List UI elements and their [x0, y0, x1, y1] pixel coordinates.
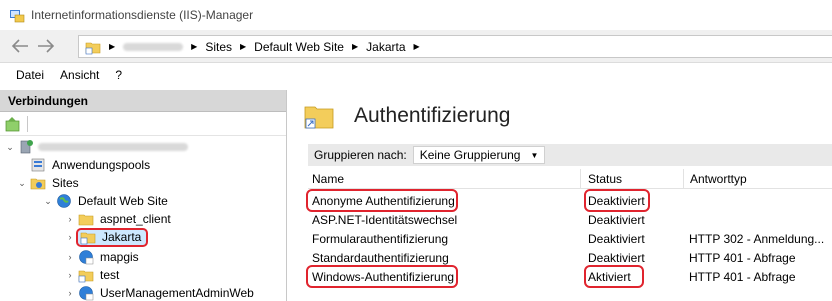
annotation-highlight-windows — [306, 265, 458, 288]
connections-panel: Verbindungen ⌄ Anwendungspools ⌄ Sites ⌄… — [0, 90, 287, 301]
web-app-icon — [79, 250, 94, 265]
menu-ansicht[interactable]: Ansicht — [52, 68, 107, 82]
cell-response-type: HTTP 302 - Anmeldung... — [689, 231, 825, 246]
folder-shortcut-icon — [304, 106, 334, 129]
chevron-right-icon[interactable]: › — [64, 232, 76, 242]
cell-response-type: HTTP 401 - Abfrage — [689, 269, 796, 284]
cell-status: Deaktiviert — [588, 212, 645, 227]
breadcrumb-root[interactable]: ▶ — [109, 42, 184, 51]
redacted-server-name — [38, 143, 188, 151]
chevron-right-icon: ▶ — [109, 42, 116, 51]
app-pool-icon — [31, 158, 45, 172]
table-row[interactable]: Formularauthentifizierung Deaktiviert HT… — [308, 229, 832, 248]
arrow-right-icon — [38, 39, 55, 53]
breadcrumb-label: Sites — [205, 39, 232, 54]
redacted-server-name — [123, 42, 184, 51]
connections-toolbar — [0, 112, 286, 136]
address-bar[interactable]: ▶ ▶ Sites ▶ Default Web Site ▶ Jakarta ▶ — [78, 35, 832, 58]
content-header: Authentifizierung — [290, 90, 832, 142]
column-header-response-type[interactable]: Antworttyp — [686, 169, 832, 189]
column-header-name[interactable]: Name — [308, 169, 581, 189]
tree-node-default-web-site[interactable]: ⌄ Default Web Site — [42, 192, 170, 210]
breadcrumb-jakarta[interactable]: ▶ Jakarta — [352, 40, 406, 54]
menu-datei[interactable]: Datei — [8, 68, 52, 82]
tree-label: mapgis — [100, 250, 139, 264]
navigation-bar: ▶ ▶ Sites ▶ Default Web Site ▶ Jakarta ▶ — [0, 30, 832, 63]
arrow-left-icon — [11, 39, 28, 53]
menu-help[interactable]: ? — [107, 68, 130, 82]
tree-node-test[interactable]: › test — [64, 266, 121, 284]
web-app-icon — [79, 286, 94, 301]
tree-node-user-management[interactable]: › UserManagementAdminWeb — [64, 284, 256, 301]
chevron-right-icon[interactable]: › — [64, 270, 76, 280]
chevron-right-icon: ▶ — [351, 42, 359, 51]
folder-shortcut-icon — [80, 232, 96, 245]
cell-response-type: HTTP 401 - Abfrage — [689, 250, 796, 265]
server-icon — [20, 140, 33, 154]
title-bar: Internetinformationsdienste (IIS)-Manage… — [0, 0, 832, 30]
chevron-down-icon[interactable]: ⌄ — [42, 196, 54, 207]
menu-bar: Datei Ansicht ? — [0, 64, 832, 86]
annotation-highlight-anonymous — [306, 189, 458, 212]
tree-label: Default Web Site — [78, 194, 168, 208]
chevron-down-icon[interactable]: ⌄ — [4, 142, 16, 153]
connect-icon[interactable] — [5, 116, 21, 132]
tree-label: Jakarta — [102, 230, 142, 244]
connections-header: Verbindungen — [0, 90, 286, 112]
window-title: Internetinformationsdienste (IIS)-Manage… — [31, 8, 254, 22]
breadcrumb-next[interactable]: ▶ — [414, 42, 428, 51]
chevron-right-icon: ▶ — [240, 42, 247, 51]
annotation-highlight-anonymous-status — [584, 189, 650, 212]
chevron-right-icon: ▶ — [413, 42, 420, 51]
breadcrumb-label: Default Web Site — [254, 39, 344, 54]
column-header-status[interactable]: Status — [584, 169, 684, 189]
tree-node-app-pools[interactable]: Anwendungspools — [28, 156, 152, 174]
tree-node-server[interactable]: ⌄ — [4, 138, 188, 156]
dropdown-arrow-icon: ▼ — [530, 150, 539, 160]
forward-button[interactable] — [34, 35, 58, 57]
tree-label: test — [100, 268, 120, 282]
folder-icon — [78, 214, 94, 226]
tree-node-sites[interactable]: ⌄ Sites — [16, 174, 81, 192]
content-panel: Authentifizierung Gruppieren nach: Keine… — [290, 90, 832, 301]
sites-folder-icon — [30, 178, 46, 190]
cell-name: Formularauthentifizierung — [312, 231, 449, 246]
tree-node-aspnet-client[interactable]: › aspnet_client — [64, 210, 173, 228]
tree-node-jakarta[interactable]: › Jakarta — [64, 227, 149, 247]
breadcrumb-sites[interactable]: ▶ Sites — [191, 40, 232, 54]
chevron-right-icon: ▶ — [191, 42, 198, 51]
breadcrumb-label: Jakarta — [366, 39, 406, 54]
breadcrumb-default-web-site[interactable]: ▶ Default Web Site — [240, 40, 344, 54]
globe-icon — [57, 194, 71, 208]
toolbar-divider — [27, 115, 28, 132]
table-row[interactable]: ASP.NET-Identitätswechsel Deaktiviert — [308, 210, 832, 229]
tree-label: aspnet_client — [100, 212, 171, 226]
table-header: Name Status Antworttyp — [308, 169, 832, 189]
iis-manager-icon — [10, 10, 25, 23]
tree-label: Anwendungspools — [52, 158, 151, 172]
group-by-select[interactable]: Keine Gruppierung ▼ — [412, 146, 546, 164]
cell-name: ASP.NET-Identitätswechsel — [312, 212, 458, 227]
annotation-highlight-windows-status — [584, 265, 644, 288]
group-by-label: Gruppieren nach: — [314, 148, 407, 162]
chevron-down-icon[interactable]: ⌄ — [16, 178, 28, 189]
group-bar: Gruppieren nach: Keine Gruppierung ▼ — [308, 144, 832, 166]
tree-label: UserManagementAdminWeb — [100, 286, 254, 300]
folder-shortcut-icon — [85, 42, 101, 54]
tree-label: Sites — [52, 176, 79, 190]
tree-node-mapgis[interactable]: › mapgis — [64, 248, 141, 266]
folder-shortcut-icon — [78, 270, 94, 283]
page-title: Authentifizierung — [354, 104, 511, 127]
back-button[interactable] — [8, 35, 32, 57]
chevron-right-icon[interactable]: › — [64, 214, 76, 224]
chevron-right-icon[interactable]: › — [64, 288, 76, 298]
cell-status: Deaktiviert — [588, 231, 645, 246]
chevron-right-icon[interactable]: › — [64, 252, 76, 262]
selected-node-highlight: Jakarta — [76, 227, 149, 247]
group-by-value: Keine Gruppierung — [419, 148, 521, 162]
